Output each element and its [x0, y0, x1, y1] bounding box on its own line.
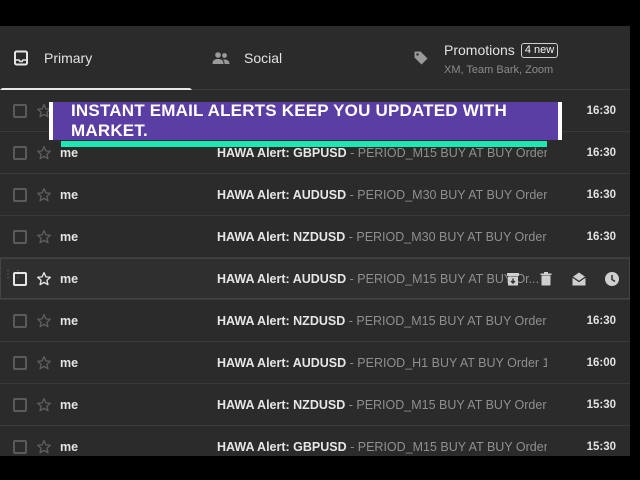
email-snippet: - PERIOD_H1 BUY AT BUY Order 1: 0.722... — [349, 355, 547, 370]
email-preview: HAWA Alert: GBPUSD - PERIOD_M15 BUY AT B… — [217, 146, 547, 160]
star-icon[interactable] — [36, 229, 52, 245]
email-time: 16:30 — [586, 230, 616, 243]
inbox-icon — [12, 49, 30, 67]
email-time: 16:30 — [586, 104, 616, 117]
tag-icon — [412, 49, 430, 67]
select-checkbox[interactable] — [13, 103, 27, 118]
star-icon[interactable] — [36, 187, 52, 203]
select-checkbox[interactable] — [13, 271, 27, 286]
email-time: 16:30 — [586, 314, 616, 327]
mark-read-icon[interactable] — [571, 271, 587, 287]
email-snippet: - PERIOD_M15 BUY AT BUY Order 1: 0.66... — [348, 397, 547, 412]
email-sender: me — [60, 355, 79, 370]
promo-banner: INSTANT EMAIL ALERTS KEEP YOU UPDATED WI… — [49, 101, 562, 140]
people-icon — [212, 49, 230, 67]
email-preview: HAWA Alert: NZDUSD - PERIOD_M15 BUY AT B… — [217, 398, 547, 412]
email-snippet: - PERIOD_M15 BUY AT BUY Order 1: 1.29... — [350, 439, 547, 454]
email-subject: HAWA Alert: NZDUSD — [217, 397, 346, 412]
select-checkbox[interactable] — [13, 187, 27, 202]
select-checkbox[interactable] — [13, 145, 27, 160]
email-row[interactable]: ⋮⋮ me HAWA Alert: AUDUSD - PERIOD_M15 BUY … — [0, 258, 630, 300]
select-checkbox[interactable] — [13, 313, 27, 328]
email-subject: HAWA Alert: GBPUSD — [217, 439, 347, 454]
star-icon[interactable] — [36, 355, 52, 371]
email-sender: me — [60, 145, 79, 160]
snooze-icon[interactable] — [604, 271, 620, 287]
star-icon[interactable] — [36, 397, 52, 413]
email-time: 15:30 — [586, 440, 616, 453]
email-preview: HAWA Alert: GBPUSD - PERIOD_M15 BUY AT B… — [217, 440, 547, 454]
email-sender: me — [60, 187, 79, 202]
email-row[interactable]: me HAWA Alert: AUDUSD - PERIOD_H1 BUY AT … — [0, 342, 630, 384]
email-sender: me — [60, 313, 79, 328]
email-sender: me — [60, 271, 79, 286]
email-sender: me — [60, 439, 79, 454]
email-time: 15:30 — [586, 398, 616, 411]
email-row[interactable]: me HAWA Alert: NZDUSD - PERIOD_M15 BUY AT… — [0, 384, 630, 426]
email-subject: HAWA Alert: NZDUSD — [217, 229, 346, 244]
star-icon[interactable] — [36, 313, 52, 329]
email-preview: HAWA Alert: NZDUSD - PERIOD_M30 BUY AT B… — [217, 230, 547, 244]
email-snippet: - PERIOD_M30 BUY AT BUY Order 1: 0.66... — [348, 229, 547, 244]
email-sender: me — [60, 397, 79, 412]
star-icon[interactable] — [36, 439, 52, 455]
promotions-new-badge: 4 new — [520, 42, 559, 58]
tab-promotions[interactable]: Promotions 4 new XM, Team Bark, Zoom — [392, 26, 630, 90]
email-preview: HAWA Alert: AUDUSD - PERIOD_H1 BUY AT BU… — [217, 356, 547, 370]
email-preview: HAWA Alert: AUDUSD - PERIOD_M15 BUY AT B… — [217, 272, 547, 286]
email-subject: HAWA Alert: AUDUSD — [217, 271, 347, 286]
star-icon[interactable] — [36, 145, 52, 161]
row-actions — [505, 271, 620, 287]
select-checkbox[interactable] — [13, 439, 27, 454]
email-subject: HAWA Alert: AUDUSD — [217, 187, 347, 202]
select-checkbox[interactable] — [13, 229, 27, 244]
email-row[interactable]: me HAWA Alert: AUDUSD - PERIOD_M30 BUY AT… — [0, 174, 630, 216]
email-row[interactable]: me HAWA Alert: NZDUSD - PERIOD_M15 BUY AT… — [0, 300, 630, 342]
select-checkbox[interactable] — [13, 355, 27, 370]
tab-primary-label: Primary — [44, 50, 93, 66]
email-snippet: - PERIOD_M15 BUY AT BUY Order 1: 1.30... — [350, 145, 547, 160]
promotions-senders: XM, Team Bark, Zoom — [444, 64, 554, 76]
select-checkbox[interactable] — [13, 397, 27, 412]
archive-icon[interactable] — [505, 271, 521, 287]
banner-accent-line — [61, 141, 547, 147]
tab-promotions-label: Promotions — [444, 42, 515, 58]
tab-social[interactable]: Social — [192, 26, 392, 90]
delete-icon[interactable] — [538, 271, 554, 287]
email-time: 16:30 — [586, 188, 616, 201]
email-row[interactable]: me HAWA Alert: NZDUSD - PERIOD_M30 BUY AT… — [0, 216, 630, 258]
category-tabs: Primary Social Promotions 4 new XM, Team… — [0, 26, 630, 91]
email-time: 16:00 — [586, 356, 616, 369]
email-preview: HAWA Alert: NZDUSD - PERIOD_M15 BUY AT B… — [217, 314, 547, 328]
drag-handle-icon[interactable]: ⋮⋮ — [3, 269, 23, 286]
email-snippet: - PERIOD_M15 BUY AT BUY Order 1: 0.66... — [348, 313, 547, 328]
email-snippet: - PERIOD_M30 BUY AT BUY Order 1: 0.72... — [349, 187, 547, 202]
email-subject: HAWA Alert: GBPUSD — [217, 145, 347, 160]
email-preview: HAWA Alert: AUDUSD - PERIOD_M30 BUY AT B… — [217, 188, 547, 202]
email-time: 16:30 — [586, 146, 616, 159]
email-row[interactable]: me HAWA Alert: GBPUSD - PERIOD_M15 BUY AT… — [0, 426, 630, 456]
email-sender: me — [60, 229, 79, 244]
banner-text: INSTANT EMAIL ALERTS KEEP YOU UPDATED WI… — [71, 101, 507, 140]
email-subject: HAWA Alert: AUDUSD — [217, 355, 347, 370]
tab-primary[interactable]: Primary — [0, 26, 192, 91]
window-edge — [630, 26, 640, 456]
tab-social-label: Social — [244, 50, 283, 66]
star-icon[interactable] — [36, 271, 52, 287]
inbox-frame: Primary Social Promotions 4 new XM, Team… — [0, 26, 640, 456]
email-subject: HAWA Alert: NZDUSD — [217, 313, 346, 328]
